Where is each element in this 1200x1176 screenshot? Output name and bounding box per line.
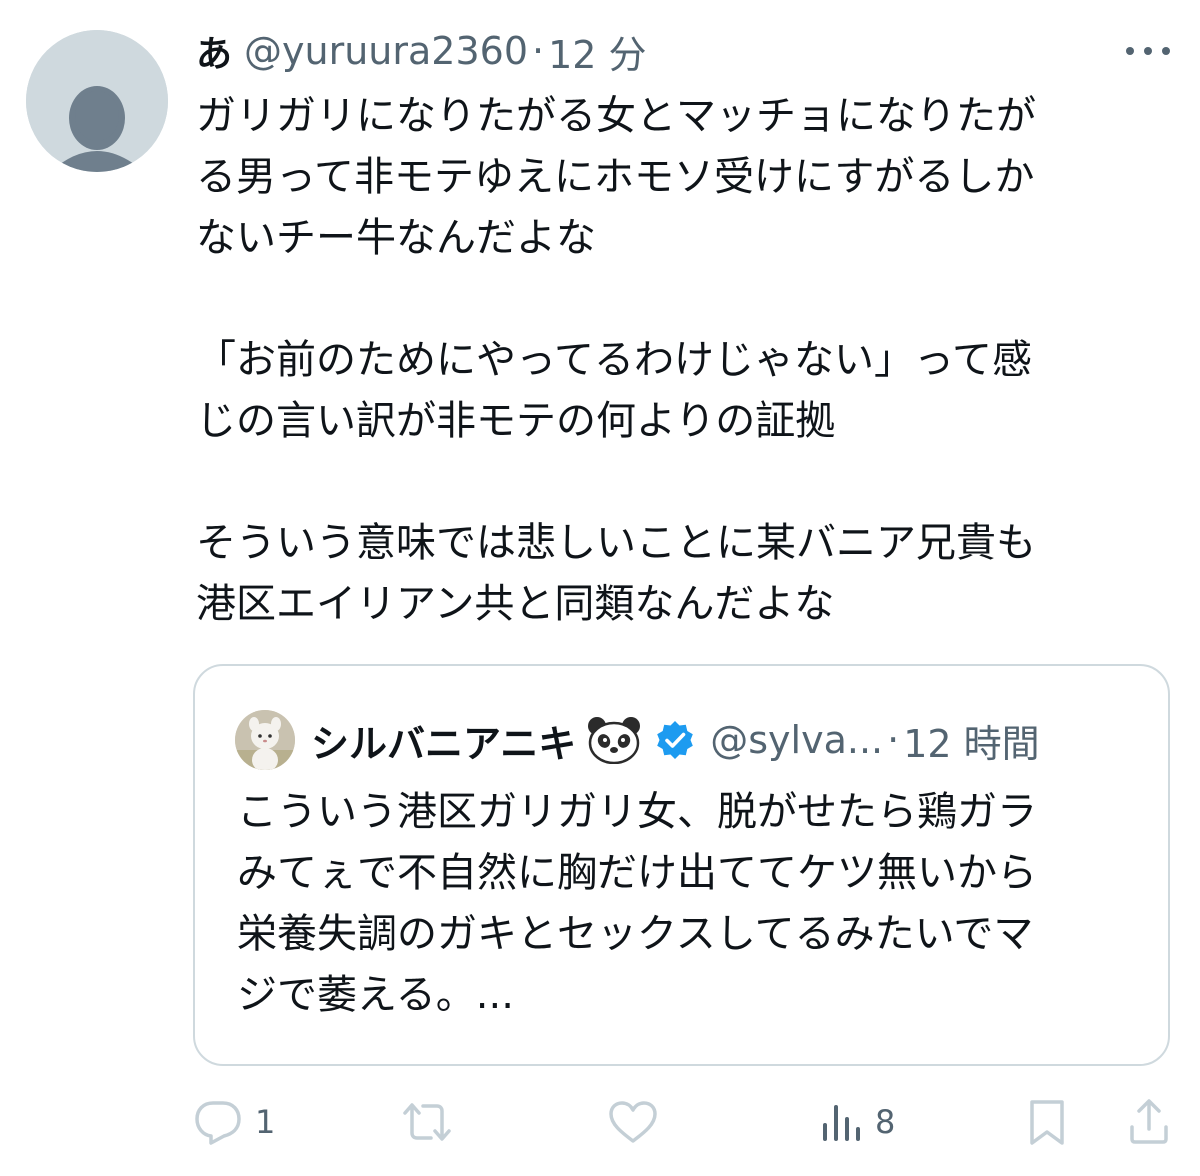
reply-button[interactable]: 1 [193, 1092, 275, 1152]
figure-avatar-icon [235, 710, 295, 770]
quoted-body-line: ジで萎える。... [237, 972, 514, 1018]
tweet-actions-bar: 1 8 [193, 1092, 1173, 1152]
header-separator: · [532, 29, 545, 73]
quoted-tweet-header: シルバニアニキ @sylva... · 12 時間 [235, 710, 1040, 770]
quoted-body-line: こういう港区ガリガリ女、脱がせたら鶏ガラ [237, 789, 1037, 835]
views-icon [823, 1105, 860, 1141]
share-button[interactable] [1127, 1092, 1171, 1152]
body-line: ガリガリになりたがる女とマッチョになりたが [196, 93, 1036, 139]
tweet-body: ガリガリになりたがる女とマッチョになりたが る男って非モテゆえにホモソ受けにすが… [196, 86, 1156, 635]
panda-emoji-icon [588, 717, 641, 764]
reply-icon [195, 1101, 241, 1145]
quoted-author-avatar[interactable] [235, 710, 295, 770]
author-handle[interactable]: @yuruura2360 [244, 29, 528, 73]
quoted-body-line: みてぇで不自然に胸だけ出ててケツ無いから [237, 850, 1037, 896]
more-horizontal-icon-dot [1162, 47, 1170, 55]
default-avatar-icon [26, 30, 168, 172]
author-display-name[interactable]: あ [196, 25, 232, 77]
quoted-body-line: 栄養失調のガキとセックスしてるみたいでマ [237, 911, 1034, 957]
more-horizontal-icon-dot [1144, 47, 1152, 55]
quoted-author-handle[interactable]: @sylva... [710, 718, 883, 762]
reply-count: 1 [255, 1103, 276, 1141]
share-icon [1130, 1099, 1168, 1144]
tweet-header: あ @yuruura2360 · 12 分 [196, 24, 647, 78]
body-line: そういう意味では悲しいことに某バニア兄貴も [196, 520, 1036, 566]
bookmark-button[interactable] [1027, 1092, 1067, 1152]
body-line: ないチー牛なんだよな [196, 215, 596, 261]
views-count: 8 [875, 1103, 896, 1141]
tweet-timestamp[interactable]: 12 分 [548, 24, 646, 79]
body-line: 港区エイリアン共と同類なんだよな [196, 581, 835, 627]
more-horizontal-icon-dot [1126, 47, 1134, 55]
quoted-tweet-timestamp[interactable]: 12 時間 [903, 713, 1039, 768]
more-options-button[interactable] [1126, 38, 1170, 64]
heart-icon [609, 1101, 657, 1143]
body-line: る男って非モテゆえにホモソ受けにすがるしか [196, 154, 1035, 200]
quoted-author-display-name[interactable]: シルバニアニキ [311, 713, 576, 768]
like-button[interactable] [607, 1092, 671, 1152]
body-line: 「お前のためにやってるわけじゃない」って感 [196, 337, 1032, 383]
tweet[interactable]: あ @yuruura2360 · 12 分 ガリガリになりたがる女とマッチョにな… [0, 0, 1200, 1176]
quoted-tweet-card[interactable]: シルバニアニキ @sylva... · 12 時間 こういう港区ガリガリ女、脱が… [193, 664, 1170, 1066]
retweet-button[interactable] [399, 1092, 467, 1152]
retweet-icon [403, 1103, 451, 1141]
quoted-tweet-body: こういう港区ガリガリ女、脱がせたら鶏ガラ みてぇで不自然に胸だけ出ててケツ無いか… [237, 782, 1137, 1026]
author-avatar[interactable] [26, 30, 168, 172]
views-button[interactable]: 8 [819, 1092, 895, 1152]
bookmark-icon [1030, 1100, 1064, 1145]
verified-badge-icon[interactable] [654, 719, 696, 761]
body-line: じの言い訳が非モテの何よりの証拠 [196, 398, 836, 444]
quoted-header-separator: · [887, 718, 900, 762]
